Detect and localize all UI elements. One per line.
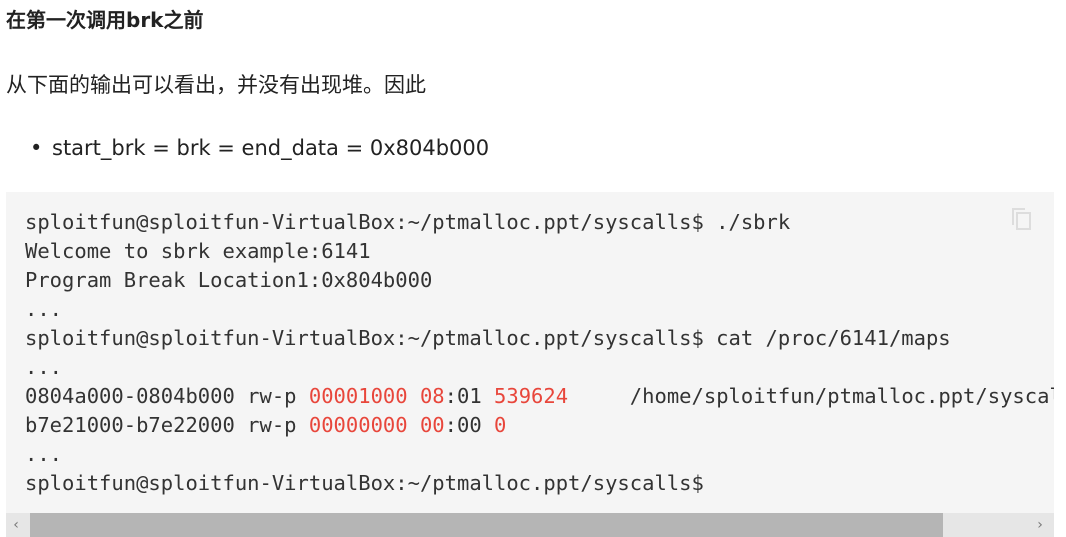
code-segment: sploitfun@sploitfun-VirtualBox:~/ptmallo…: [25, 471, 704, 495]
code-segment: sploitfun@sploitfun-VirtualBox:~/ptmallo…: [25, 326, 951, 350]
code-line: b7e21000-b7e22000 rw-p 00000000 00:00 0: [25, 411, 1054, 440]
code-number: 00: [419, 413, 445, 437]
code-segment: /home/sploitfun/ptmalloc.ppt/syscalls/sb…: [629, 384, 1054, 408]
horizontal-scrollbar[interactable]: ‹ ›: [6, 513, 1054, 537]
scroll-right-button[interactable]: ›: [1030, 513, 1050, 537]
code-segment: sploitfun@sploitfun-VirtualBox:~/ptmallo…: [25, 210, 791, 234]
scroll-left-button[interactable]: ‹: [6, 513, 26, 537]
code-segment: ...: [25, 355, 63, 379]
list-item: • start_brk = brk = end_data = 0x804b000: [30, 133, 489, 163]
section-heading: 在第一次调用brk之前: [6, 8, 204, 32]
code-line: ...: [25, 295, 1054, 324]
scrollbar-thumb[interactable]: [30, 513, 943, 537]
code-number: 00001000: [308, 384, 408, 408]
code-segment: 0804a000-0804b000 rw-p: [25, 384, 309, 408]
code-segment: b7e21000-b7e22000 rw-p: [25, 413, 309, 437]
code-line: sploitfun@sploitfun-VirtualBox:~/ptmallo…: [25, 469, 1054, 498]
code-line: sploitfun@sploitfun-VirtualBox:~/ptmallo…: [25, 324, 1054, 353]
code-line: ...: [25, 440, 1054, 469]
code-text: sploitfun@sploitfun-VirtualBox:~/ptmallo…: [25, 208, 1054, 498]
list-item-text: start_brk = brk = end_data = 0x804b000: [52, 136, 490, 160]
code-number: 539624: [494, 384, 569, 408]
code-line: 0804a000-0804b000 rw-p 00001000 08:01 53…: [25, 382, 1054, 411]
copy-icon[interactable]: [1012, 208, 1032, 230]
code-segment: :00: [444, 413, 495, 437]
code-segment: ...: [25, 297, 63, 321]
code-number: 0: [494, 413, 507, 437]
paragraph: 从下面的输出可以看出，并没有出现堆。因此: [6, 73, 426, 97]
code-number: 08: [419, 384, 445, 408]
code-number: 00000000: [308, 413, 408, 437]
code-line: ...: [25, 353, 1054, 382]
bullet-icon: •: [30, 136, 43, 160]
code-block: sploitfun@sploitfun-VirtualBox:~/ptmallo…: [6, 192, 1054, 537]
code-segment: Welcome to sbrk example:6141: [25, 239, 371, 263]
code-line: Welcome to sbrk example:6141: [25, 237, 1054, 266]
code-line: sploitfun@sploitfun-VirtualBox:~/ptmallo…: [25, 208, 1054, 237]
code-segment: Program Break Location1:0x804b000: [25, 268, 433, 292]
code-segment: ...: [25, 442, 63, 466]
code-line: Program Break Location1:0x804b000: [25, 266, 1054, 295]
code-segment: :01: [444, 384, 495, 408]
